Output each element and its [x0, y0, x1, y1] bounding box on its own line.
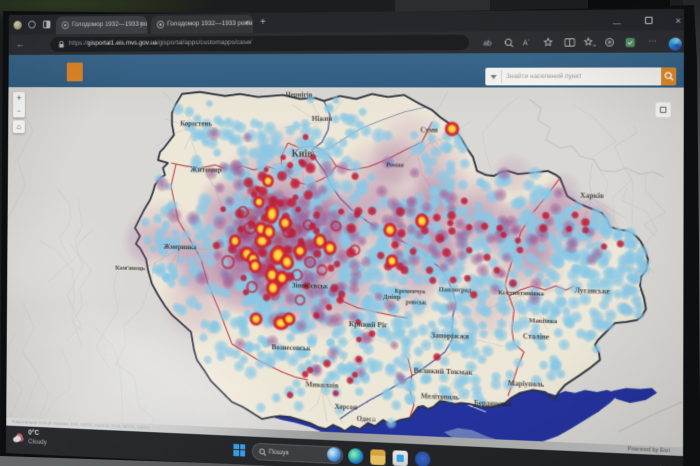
svg-text:Чернігів: Чернігів [286, 92, 313, 100]
svg-text:Київ: Київ [291, 149, 312, 160]
svg-text:Одеса: Одеса [357, 415, 377, 423]
svg-text:Жмеринка: Жмеринка [164, 243, 198, 251]
svg-text:Костянтинівка: Костянтинівка [498, 290, 544, 298]
svg-text:Вознесенськ: Вознесенськ [272, 344, 311, 353]
svg-text:···: ··· [648, 36, 657, 46]
svg-text:Житомир: Житомир [190, 165, 221, 174]
svg-text:Ніжин: Ніжин [312, 116, 333, 124]
svg-text:ровськ: ровськ [406, 299, 427, 306]
svg-text:Мелітополь: Мелітополь [421, 393, 460, 402]
svg-text:Дніпр: Дніпр [383, 294, 401, 301]
svg-text:Сталіне: Сталіне [523, 333, 549, 342]
svg-text:Маріуполь: Маріуполь [508, 380, 545, 389]
svg-text:ab: ab [483, 40, 491, 48]
svg-text:Суми: Суми [420, 127, 438, 135]
svg-text:Миколаїв: Миколаїв [305, 380, 338, 390]
svg-text:Ромни: Ромни [386, 163, 404, 170]
svg-text:Бердянське: Бердянське [474, 400, 512, 409]
svg-text:Херсон: Херсон [335, 403, 358, 412]
svg-text:Луганське: Луганське [575, 287, 610, 296]
svg-text:Макіївка: Макіївка [529, 318, 558, 325]
svg-text:Харків: Харків [580, 192, 604, 200]
svg-text:Кам'янець: Кам'янець [115, 265, 146, 272]
svg-text:Зінов'євськ: Зінов'євськ [292, 282, 328, 290]
svg-text:Запоріжжя: Запоріжжя [431, 331, 469, 341]
svg-text:Кривий Ріг: Кривий Ріг [349, 320, 389, 330]
svg-text:A´: A´ [523, 40, 530, 48]
svg-text:Павлоград: Павлоград [439, 287, 473, 294]
svg-text:Коростень: Коростень [180, 121, 212, 129]
